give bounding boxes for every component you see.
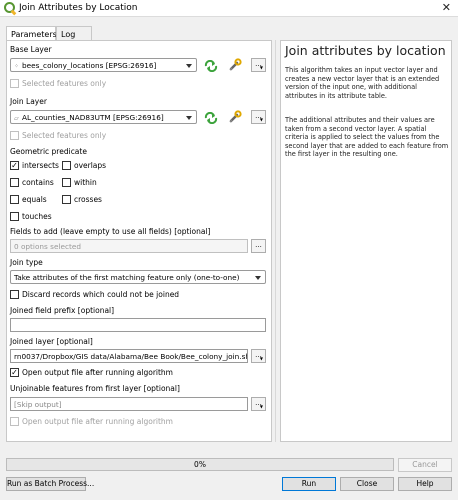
base-selected-only-label: Selected features only [22,79,107,88]
prefix-label: Joined field prefix [optional] [10,306,115,315]
joined-layer-input[interactable]: rn0037/Dropbox/GIS data/Alabama/Bee Book… [10,349,248,363]
window-title: Join Attributes by Location [19,3,138,13]
wrench-icon[interactable] [228,110,242,124]
base-layer-label: Base Layer [10,45,52,54]
progress-text: 0% [194,460,206,469]
base-layer-combo[interactable]: ⁘ bees_colony_locations [EPSG:26916] [10,58,197,72]
wrench-icon[interactable] [228,58,242,72]
run-button[interactable]: Run [282,477,336,491]
predicate-overlaps-checkbox[interactable]: overlaps [62,160,106,171]
help-panel: Join attributes by location This algorit… [280,40,452,442]
join-type-label: Join type [10,258,43,267]
checkbox-box [10,78,19,88]
progress-bar: 0% [6,458,394,471]
parameters-panel: Base Layer ⁘ bees_colony_locations [EPSG:… [6,40,272,442]
checkbox-box [10,130,19,140]
predicate-intersects-checkbox[interactable]: ✓ intersects [10,160,59,171]
join-layer-value: AL_counties_NAD83UTM [EPSG:26916] [22,113,164,122]
unjoinable-input[interactable]: [Skip output] [10,397,248,411]
unjoinable-browse-button[interactable]: ... ▼ [251,397,266,411]
open-joined-output-checkbox[interactable]: ✓ Open output file after running algorith… [10,367,173,378]
panel-splitter[interactable] [272,40,276,442]
base-layer-browse-button[interactable]: ... ▼ [251,58,266,72]
checkbox-box [62,194,71,204]
join-type-value: Take attributes of the first matching fe… [14,273,240,282]
checkbox-box [10,289,19,299]
predicate-within-checkbox[interactable]: within [62,177,97,188]
close-icon[interactable]: ✕ [442,1,451,14]
iterate-icon[interactable] [204,112,218,124]
join-selected-only-label: Selected features only [22,131,107,140]
predicate-contains-checkbox[interactable]: contains [10,177,54,188]
fields-to-add-input[interactable]: 0 options selected [10,239,248,253]
join-layer-label: Join Layer [10,97,47,106]
predicate-touches-checkbox[interactable]: touches [10,211,52,222]
join-layer-browse-button[interactable]: ... ▼ [251,110,266,124]
fields-to-add-button[interactable]: ... [251,239,266,253]
chevron-down-icon [186,64,192,68]
help-button[interactable]: Help [398,477,452,491]
close-button[interactable]: Close [340,477,394,491]
chevron-down-icon [186,116,192,120]
batch-process-button[interactable]: Run as Batch Process... [6,477,94,491]
point-layer-icon: ⁘ [14,63,20,70]
unjoinable-label: Unjoinable features from first layer [op… [10,384,180,393]
join-type-combo[interactable]: Take attributes of the first matching fe… [10,270,266,284]
predicate-crosses-checkbox[interactable]: crosses [62,194,102,205]
open-unjoinable-output-checkbox[interactable]: Open output file after running algorithm [10,416,173,427]
join-selected-only-checkbox[interactable]: Selected features only [10,130,107,141]
fields-to-add-label: Fields to add (leave empty to use all fi… [10,227,211,236]
checkbox-box: ✓ [10,160,19,170]
base-selected-only-checkbox[interactable]: Selected features only [10,78,107,89]
iterate-icon[interactable] [204,60,218,72]
joined-layer-label: Joined layer [optional] [10,337,93,346]
prefix-input[interactable] [10,318,266,332]
checkbox-box [10,211,19,221]
join-layer-combo[interactable]: ▱ AL_counties_NAD83UTM [EPSG:26916] [10,110,197,124]
checkbox-box [62,160,71,170]
chevron-down-icon [255,276,261,280]
joined-layer-browse-button[interactable]: ... ▼ [251,349,266,363]
qgis-icon [4,2,15,13]
checkbox-box [10,416,19,426]
checkbox-box: ✓ [10,367,19,377]
tab-log[interactable]: Log [56,26,92,41]
help-paragraph-1: This algorithm takes an input vector lay… [285,66,440,100]
polygon-layer-icon: ▱ [14,115,19,122]
help-paragraph-2: The additional attributes and their valu… [285,116,449,159]
tab-parameters[interactable]: Parameters [6,26,57,41]
cancel-button[interactable]: Cancel [398,458,452,472]
base-layer-value: bees_colony_locations [EPSG:26916] [22,61,157,70]
checkbox-box [10,194,19,204]
title-bar: Join Attributes by Location ✕ [0,0,458,17]
predicate-equals-checkbox[interactable]: equals [10,194,47,205]
help-title: Join attributes by location [285,43,446,58]
discard-records-checkbox[interactable]: Discard records which could not be joine… [10,289,179,300]
checkbox-box [10,177,19,187]
geometric-predicate-label: Geometric predicate [10,147,87,156]
checkbox-box [62,177,71,187]
